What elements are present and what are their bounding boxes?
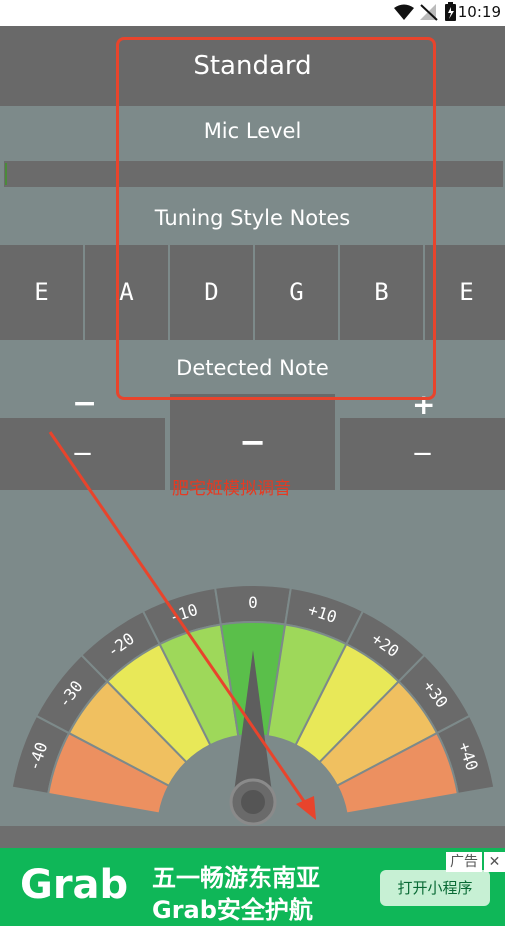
tuner-gauge: -40-30-20-10 0 +10+20+30+40 (10, 584, 496, 830)
annotation-highlight-box (116, 37, 436, 400)
ad-tag: 广告 (446, 852, 482, 872)
ad-brand-logo: Grab (20, 862, 129, 908)
ad-headline: 五一畅游东南亚 (152, 864, 320, 892)
status-time: 10:19 (457, 3, 501, 21)
annotation-text: 肥宅姬模拟调音 (172, 479, 291, 499)
note-button-e-high[interactable]: E (425, 245, 505, 340)
gauge-needle-pivot-center (241, 790, 265, 814)
signal-icon (420, 4, 438, 21)
mic-level-fill (5, 163, 7, 185)
battery-icon (445, 2, 456, 21)
gauge-base-bar (0, 826, 505, 848)
note-button-e-low[interactable]: E (0, 245, 83, 340)
wifi-icon (394, 4, 414, 20)
flat-sign: − (72, 386, 98, 421)
ad-open-button[interactable]: 打开小程序 (380, 870, 490, 906)
gauge-tick-label: 0 (248, 593, 258, 612)
status-bar: 10:19 (0, 0, 505, 26)
ad-subline: Grab安全护航 (152, 896, 313, 924)
detected-sharp-value: − (340, 418, 505, 490)
detected-flat-value: − (0, 418, 165, 490)
ad-close-icon[interactable]: ✕ (484, 852, 505, 872)
